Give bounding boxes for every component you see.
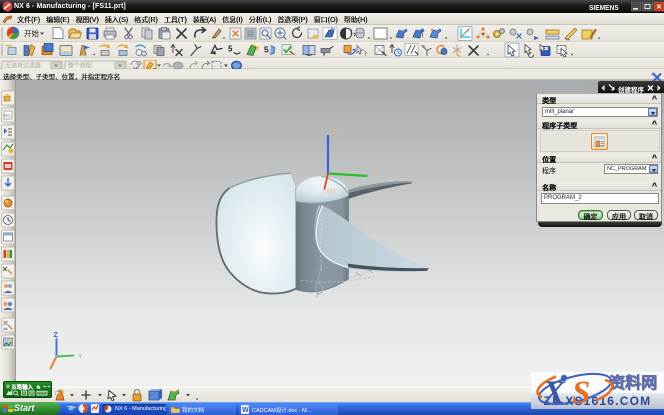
svg-text:X: X (542, 375, 566, 409)
svg-text:XM: XM (326, 190, 335, 196)
svg-text:YC: YC (371, 172, 380, 178)
svg-text:开始: 开始 (24, 28, 39, 38)
svg-text:Y: Y (78, 354, 83, 361)
svg-text:W: W (242, 407, 249, 414)
svg-text:S: S (572, 375, 590, 409)
svg-text:Z: Z (54, 332, 59, 339)
svg-text:5: 5 (228, 45, 233, 54)
svg-text:5: 5 (264, 45, 269, 55)
svg-text:ZC: ZC (330, 130, 339, 136)
